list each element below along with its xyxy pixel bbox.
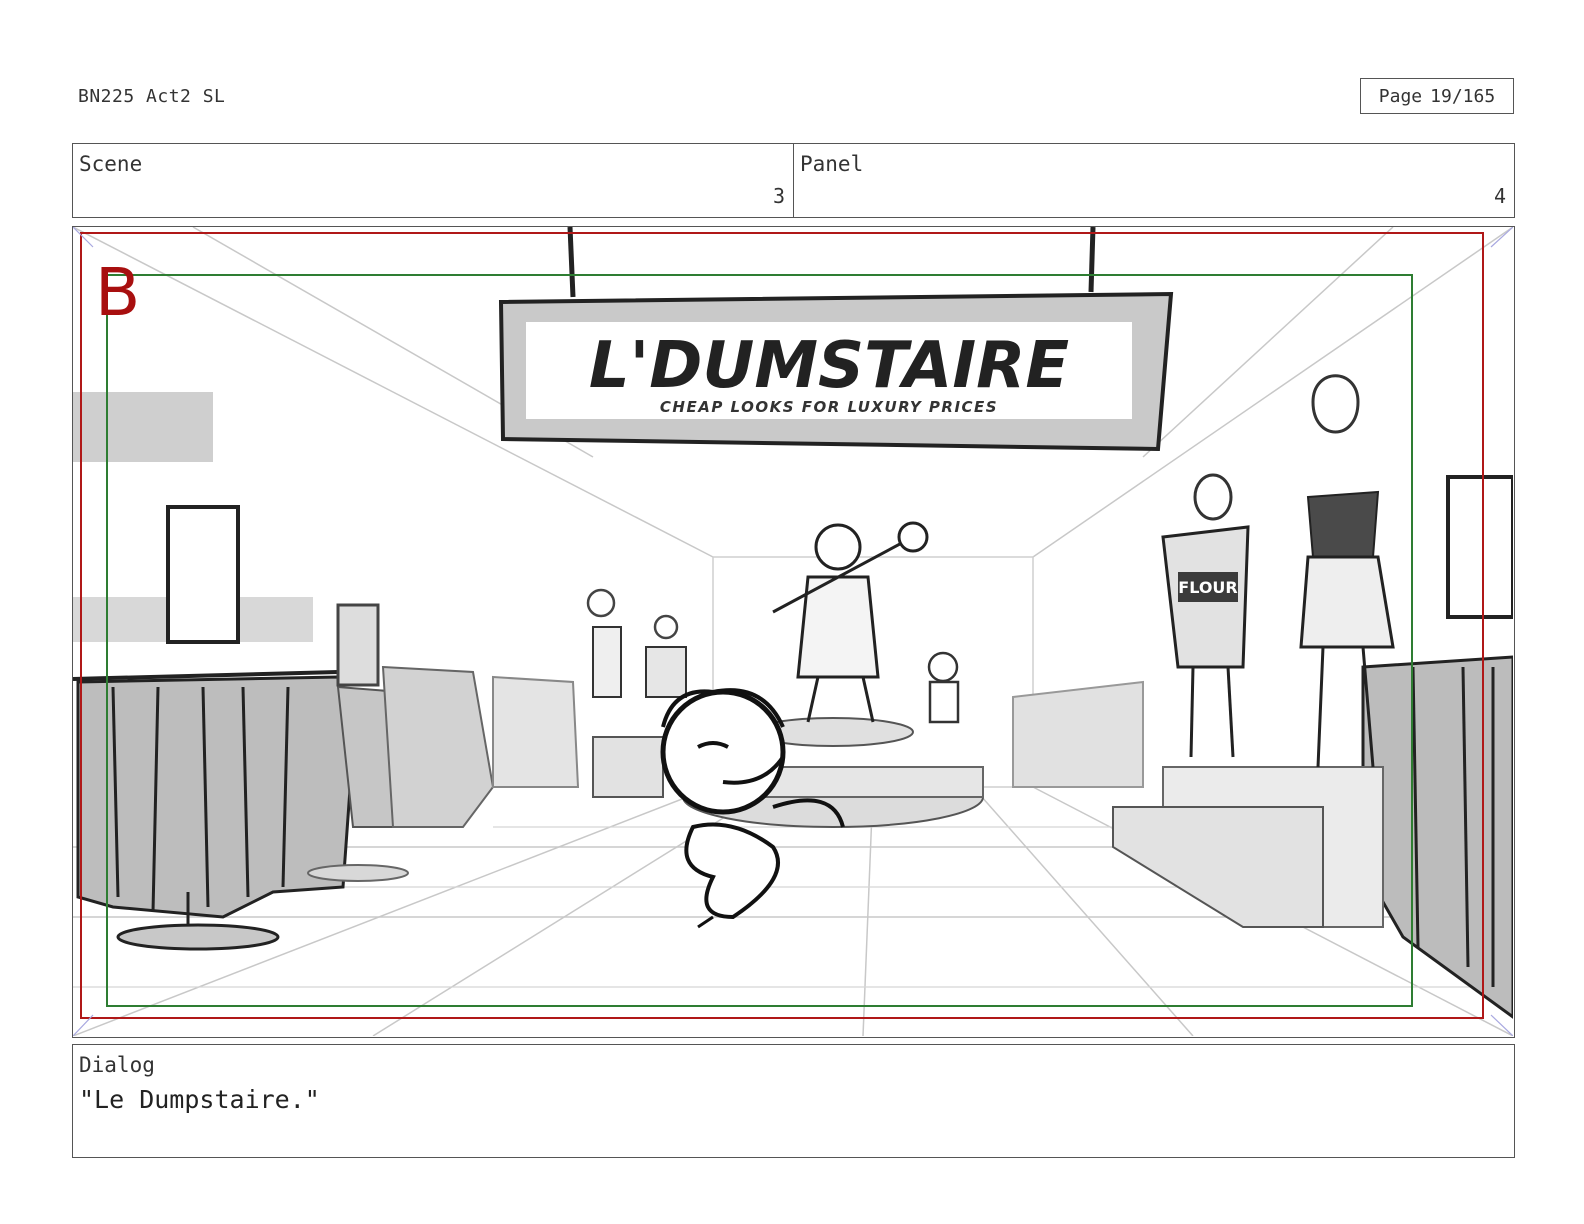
page-label: Page (1378, 85, 1423, 107)
panel-label: Panel (800, 152, 864, 176)
document-title: BN225 Act2 SL (78, 86, 226, 107)
flour-shirt-text: FLOUR (1178, 578, 1237, 597)
storyboard-panel: FLOUR L'DUMSTAIRE CHEAP LOOKS FOR LUXURY… (72, 226, 1515, 1038)
sign-title: L'DUMSTAIRE (589, 329, 1069, 403)
center-platform (586, 521, 984, 828)
panel-marker: B (95, 254, 140, 331)
right-racks: FLOUR (1012, 374, 1514, 1020)
left-racks (73, 392, 580, 951)
panel-number: 4 (1493, 184, 1506, 208)
page-indicator: Page 19/165 (1360, 78, 1514, 114)
store-sign: L'DUMSTAIRE CHEAP LOOKS FOR LUXURY PRICE… (498, 227, 1174, 452)
scene-number: 3 (772, 184, 785, 208)
panel-drawing: FLOUR L'DUMSTAIRE CHEAP LOOKS FOR LUXURY… (73, 227, 1514, 1037)
dialog-box: Dialog "Le Dumpstaire." (72, 1044, 1515, 1158)
scene-label: Scene (79, 152, 143, 176)
dialog-text: "Le Dumpstaire." (79, 1085, 320, 1114)
sign-tagline: CHEAP LOOKS FOR LUXURY PRICES (660, 398, 998, 416)
panel-field: Panel 4 (793, 143, 1515, 218)
page-number: 19/165 (1430, 85, 1496, 107)
dialog-label: Dialog (79, 1053, 155, 1077)
scene-field: Scene 3 (72, 143, 794, 218)
